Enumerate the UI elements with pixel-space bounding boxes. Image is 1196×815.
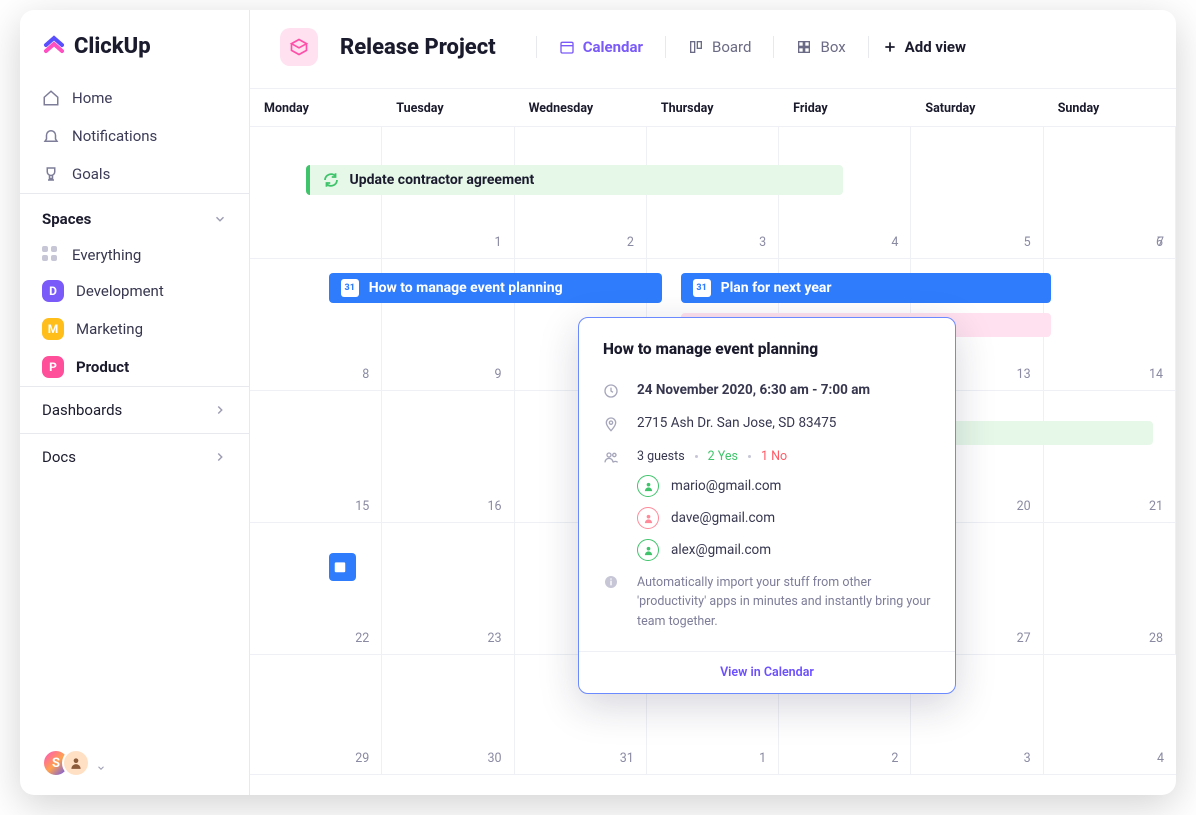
event-popover: How to manage event planning 24 November… bbox=[578, 317, 956, 694]
brand-name: ClickUp bbox=[74, 34, 151, 59]
space-chip: P bbox=[42, 356, 64, 378]
main: Release Project Calendar Board Box bbox=[250, 10, 1176, 795]
chevron-right-icon bbox=[213, 450, 227, 464]
calendar-cell[interactable]: 23 bbox=[382, 523, 514, 654]
nav-home[interactable]: Home bbox=[20, 79, 249, 117]
calendar-cell[interactable]: 16 bbox=[382, 391, 514, 522]
person-icon bbox=[637, 539, 659, 561]
nav-notifications[interactable]: Notifications bbox=[20, 117, 249, 155]
calendar-day-icon: 31 bbox=[341, 279, 359, 297]
calendar-cell[interactable]: 21 bbox=[1044, 391, 1176, 522]
space-development[interactable]: D Development bbox=[20, 272, 249, 310]
space-chip: D bbox=[42, 280, 64, 302]
dow: Wednesday bbox=[515, 88, 647, 127]
calendar-cell[interactable]: 22 bbox=[250, 523, 382, 654]
calendar-day-icon bbox=[333, 560, 347, 574]
view-tab-calendar[interactable]: Calendar bbox=[545, 30, 657, 64]
clock-icon bbox=[603, 383, 619, 399]
view-tab-box[interactable]: Box bbox=[782, 30, 859, 64]
user-avatar-photo bbox=[62, 749, 90, 777]
dow: Tuesday bbox=[382, 88, 514, 127]
dow: Sunday bbox=[1044, 88, 1176, 127]
popover-guests-row: 3 guests 2 Yes 1 No bbox=[579, 442, 955, 475]
grid-icon bbox=[42, 246, 60, 264]
calendar-cell[interactable]: 28 bbox=[1044, 523, 1176, 654]
app-frame: ClickUp Home Notifications Goals Spaces … bbox=[20, 10, 1176, 795]
section-docs[interactable]: Docs bbox=[20, 433, 249, 480]
dow: Thursday bbox=[647, 88, 779, 127]
chevron-right-icon bbox=[213, 403, 227, 417]
sidebar-footer[interactable]: S bbox=[20, 731, 249, 795]
nav-home-label: Home bbox=[72, 89, 112, 107]
nav-goals[interactable]: Goals bbox=[20, 155, 249, 193]
logo-icon bbox=[42, 35, 66, 59]
view-tab-board[interactable]: Board bbox=[674, 30, 765, 64]
people-icon bbox=[603, 449, 619, 465]
board-icon bbox=[688, 39, 704, 55]
section-dashboards[interactable]: Dashboards bbox=[20, 386, 249, 433]
popover-title: How to manage event planning bbox=[579, 340, 955, 376]
space-chip: M bbox=[42, 318, 64, 340]
info-icon bbox=[603, 574, 619, 590]
popover-note: Automatically import your stuff from oth… bbox=[579, 567, 955, 651]
add-view-button[interactable]: Add view bbox=[883, 38, 966, 56]
cube-icon bbox=[280, 28, 318, 66]
space-product[interactable]: P Product bbox=[20, 348, 249, 386]
view-in-calendar-link[interactable]: View in Calendar bbox=[579, 651, 955, 693]
sidebar: ClickUp Home Notifications Goals Spaces … bbox=[20, 10, 250, 795]
box-icon bbox=[796, 39, 812, 55]
guest-item: mario@gmail.com bbox=[637, 475, 931, 497]
bell-icon bbox=[42, 127, 60, 145]
calendar-cell[interactable]: 29 bbox=[250, 655, 382, 774]
dow: Friday bbox=[779, 88, 911, 127]
top-header: Release Project Calendar Board Box bbox=[250, 10, 1176, 88]
event-small-blue[interactable] bbox=[329, 553, 357, 581]
dow-row: Monday Tuesday Wednesday Thursday Friday… bbox=[250, 88, 1176, 127]
spaces-heading[interactable]: Spaces bbox=[20, 193, 249, 238]
calendar-cell[interactable]: 15 bbox=[250, 391, 382, 522]
event-contractor[interactable]: Update contractor agreement bbox=[306, 165, 843, 195]
calendar-day-icon: 31 bbox=[693, 279, 711, 297]
home-icon bbox=[42, 89, 60, 107]
chevron-down-icon bbox=[213, 212, 227, 226]
brand-logo: ClickUp bbox=[20, 28, 249, 79]
calendar-cell[interactable]: 30 bbox=[382, 655, 514, 774]
person-icon bbox=[637, 507, 659, 529]
person-icon bbox=[637, 475, 659, 497]
calendar-cell[interactable]: 5 bbox=[911, 127, 1043, 258]
calendar-icon bbox=[559, 39, 575, 55]
calendar-week: 1 2 3 4 5 6 Update contractor agreement … bbox=[250, 127, 1176, 259]
popover-datetime-row: 24 November 2020, 6:30 am - 7:00 am bbox=[579, 376, 955, 409]
event-plan-next-year[interactable]: 31 Plan for next year bbox=[681, 273, 1051, 303]
project-title: Release Project bbox=[340, 35, 496, 60]
space-everything[interactable]: Everything bbox=[20, 238, 249, 272]
popover-location-row: 2715 Ash Dr. San Jose, SD 83475 bbox=[579, 409, 955, 442]
calendar-cell[interactable]: 14 bbox=[1044, 259, 1176, 390]
dow: Monday bbox=[250, 88, 382, 127]
dow: Saturday bbox=[911, 88, 1043, 127]
guest-item: alex@gmail.com bbox=[637, 539, 931, 561]
chevron-down-icon bbox=[96, 758, 106, 768]
calendar-cell[interactable]: 4 bbox=[1044, 655, 1176, 774]
space-marketing[interactable]: M Marketing bbox=[20, 310, 249, 348]
nav-notifications-label: Notifications bbox=[72, 127, 157, 145]
guest-list: mario@gmail.com dave@gmail.com alex@gmai… bbox=[579, 475, 955, 567]
event-manage[interactable]: 31 How to manage event planning bbox=[329, 273, 662, 303]
sync-icon bbox=[322, 171, 340, 189]
guest-item: dave@gmail.com bbox=[637, 507, 931, 529]
nav-goals-label: Goals bbox=[72, 165, 110, 183]
view-tabs: Calendar Board Box Add view bbox=[532, 30, 966, 64]
trophy-icon bbox=[42, 165, 60, 183]
plus-icon bbox=[883, 40, 897, 54]
pin-icon bbox=[603, 416, 619, 432]
